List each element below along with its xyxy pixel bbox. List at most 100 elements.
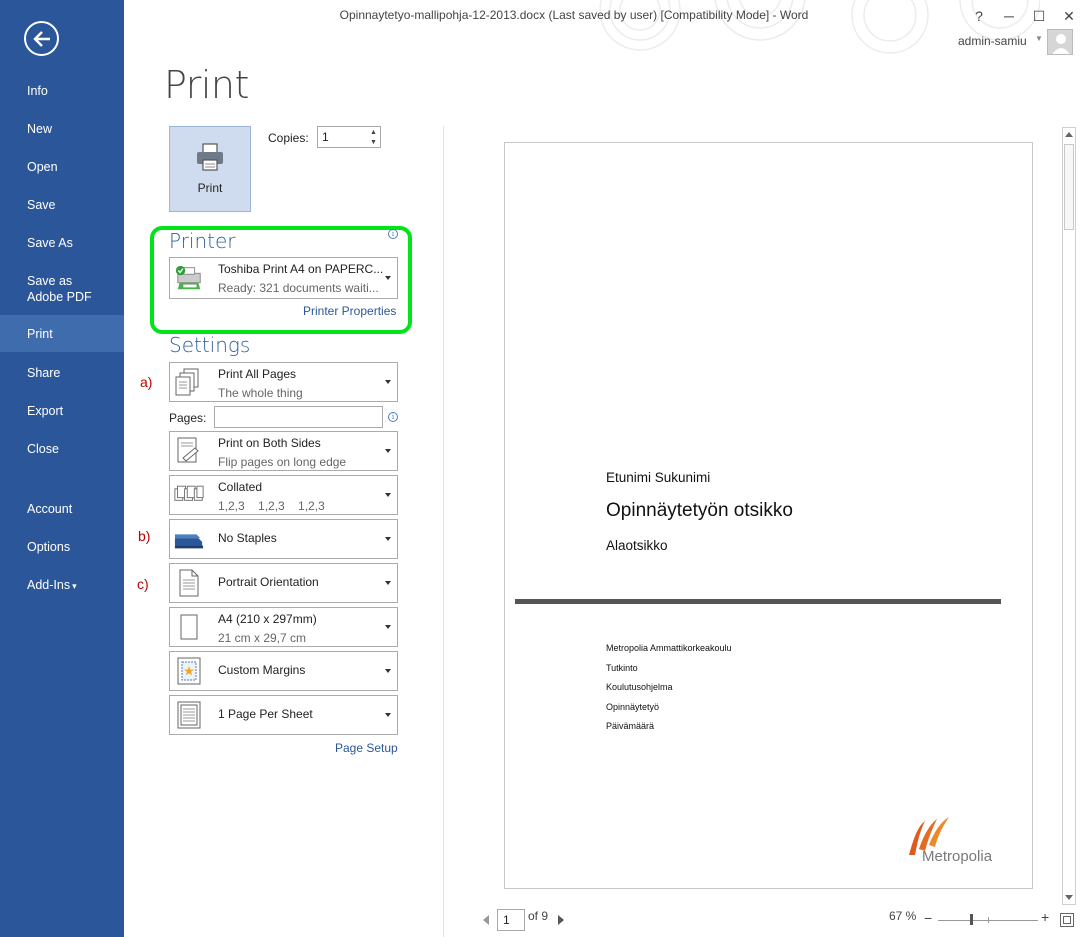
setting-subtitle: Flip pages on long edge xyxy=(218,455,347,469)
printer-dropdown[interactable]: Toshiba Print A4 on PAPERC... Ready: 321… xyxy=(169,257,398,299)
setting-title: Print All Pages xyxy=(218,367,297,381)
sidebar-item-label: Open xyxy=(27,160,58,174)
sidebar-item-print[interactable]: Print xyxy=(0,315,124,352)
user-account-name[interactable]: admin-samiu xyxy=(958,34,1027,48)
maximize-button[interactable]: ☐ xyxy=(1024,8,1054,25)
zoom-slider-thumb[interactable] xyxy=(970,914,973,925)
setting-subtitle: The whole thing xyxy=(218,386,303,400)
dropdown-caret-icon xyxy=(385,276,391,280)
paper-size-dropdown[interactable]: A4 (210 x 297mm) 21 cm x 29,7 cm xyxy=(169,607,398,647)
chevron-up-icon[interactable]: ▲ xyxy=(370,129,377,136)
sidebar-item-add-ins[interactable]: Add-Ins ▾ xyxy=(0,577,124,594)
document-detail-line: Tutkinto xyxy=(606,663,638,673)
help-button[interactable]: ? xyxy=(964,8,994,24)
info-icon[interactable]: i xyxy=(388,229,398,239)
sidebar-item-label: Export xyxy=(27,404,64,418)
copies-stepper[interactable]: ▲ ▼ xyxy=(367,127,380,147)
chevron-down-icon: ▾ xyxy=(72,581,77,591)
close-button[interactable]: ✕ xyxy=(1054,8,1084,25)
staple-dropdown[interactable]: No Staples xyxy=(169,519,398,559)
back-button[interactable] xyxy=(24,21,59,56)
next-page-icon[interactable] xyxy=(558,915,564,925)
setting-title: Portrait Orientation xyxy=(218,575,319,589)
sidebar-item-label: Close xyxy=(27,442,59,456)
page-setup-link[interactable]: Page Setup xyxy=(335,741,398,755)
current-page-input[interactable]: 1 xyxy=(497,909,525,931)
document-detail-line: Päivämäärä xyxy=(606,721,655,731)
zoom-out-button[interactable]: − xyxy=(924,910,932,926)
sidebar-item-save-as[interactable]: Save As xyxy=(0,235,124,251)
pages-input[interactable] xyxy=(214,406,383,428)
print-button-label: Print xyxy=(197,181,223,195)
setting-title: Custom Margins xyxy=(218,663,306,677)
print-preview-page: Etunimi Sukunimi Opinnäytetyön otsikko A… xyxy=(504,142,1033,889)
user-silhouette-icon xyxy=(1052,34,1070,54)
sidebar-item-options[interactable]: Options xyxy=(0,539,124,555)
sidebar-item-label: Share xyxy=(27,366,61,380)
sidebar-item-label: Account xyxy=(27,502,73,516)
document-divider-line xyxy=(515,599,1001,604)
sidebar-item-save-as-adobe-pdf[interactable]: Save as Adobe PDF xyxy=(0,273,124,305)
sidebar-item-save[interactable]: Save xyxy=(0,197,124,213)
pages-icon xyxy=(174,367,204,397)
setting-title: No Staples xyxy=(218,531,277,545)
sidebar-item-account[interactable]: Account xyxy=(0,501,124,517)
copies-label: Copies: xyxy=(268,131,309,145)
zoom-in-button[interactable]: + xyxy=(1041,909,1049,925)
previous-page-icon[interactable] xyxy=(483,915,489,925)
scroll-down-arrow-icon[interactable] xyxy=(1065,895,1073,900)
dropdown-caret-icon xyxy=(385,669,391,673)
zoom-to-page-icon[interactable] xyxy=(1060,913,1074,927)
orientation-dropdown[interactable]: Portrait Orientation xyxy=(169,563,398,603)
annotation-b: b) xyxy=(138,528,151,544)
printer-properties-link[interactable]: Printer Properties xyxy=(303,304,396,318)
sidebar-item-close[interactable]: Close xyxy=(0,441,124,457)
window-controls: ? ─ ☐ ✕ xyxy=(964,2,1084,30)
chevron-down-icon[interactable]: ▼ xyxy=(370,139,377,146)
document-author: Etunimi Sukunimi xyxy=(606,470,711,485)
panel-divider xyxy=(443,126,444,937)
sidebar-item-label: Save as Adobe PDF xyxy=(27,274,92,304)
sidebar-item-export[interactable]: Export xyxy=(0,403,124,419)
duplex-dropdown[interactable]: Print on Both Sides Flip pages on long e… xyxy=(169,431,398,471)
sidebar-item-share[interactable]: Share xyxy=(0,365,124,381)
sidebar-item-label: Save As xyxy=(27,236,73,250)
avatar[interactable] xyxy=(1047,29,1073,55)
portrait-icon xyxy=(174,568,204,598)
margins-dropdown[interactable]: Custom Margins xyxy=(169,651,398,691)
zoom-slider-midpoint xyxy=(988,917,989,923)
sidebar-item-new[interactable]: New xyxy=(0,121,124,137)
sidebar-item-label: Print xyxy=(27,327,53,341)
sidebar-item-open[interactable]: Open xyxy=(0,159,124,175)
setting-title: Print on Both Sides xyxy=(218,436,321,450)
minimize-button[interactable]: ─ xyxy=(994,8,1024,24)
print-range-dropdown[interactable]: Print All Pages The whole thing xyxy=(169,362,398,402)
chevron-down-icon[interactable]: ▼ xyxy=(1035,34,1043,43)
back-arrow-icon xyxy=(32,30,50,47)
annotation-c: c) xyxy=(137,576,149,592)
scroll-up-arrow-icon[interactable] xyxy=(1065,132,1073,137)
stapler-icon xyxy=(174,524,204,554)
document-title: Opinnäytetyön otsikko xyxy=(606,500,793,521)
sidebar-item-label: Save xyxy=(27,198,56,212)
setting-title: A4 (210 x 297mm) xyxy=(218,612,317,626)
duplex-icon xyxy=(174,436,204,466)
scrollbar-thumb[interactable] xyxy=(1064,144,1074,230)
pages-per-sheet-dropdown[interactable]: 1 Page Per Sheet xyxy=(169,695,398,735)
printer-status: Ready: 321 documents waiti... xyxy=(218,281,379,295)
backstage-sidebar: Info New Open Save Save As Save as Adobe… xyxy=(0,0,124,937)
setting-subtitle: 21 cm x 29,7 cm xyxy=(218,631,307,645)
document-detail-line: Metropolia Ammattikorkeakoulu xyxy=(606,643,732,653)
dropdown-caret-icon xyxy=(385,713,391,717)
print-button[interactable]: Print xyxy=(169,126,251,212)
info-icon[interactable]: i xyxy=(388,412,398,422)
margins-icon xyxy=(174,656,204,686)
dropdown-caret-icon xyxy=(385,493,391,497)
sidebar-item-label: Info xyxy=(27,84,48,98)
collation-dropdown[interactable]: Collated 1,2,3 1,2,3 1,2,3 xyxy=(169,475,398,515)
preview-scrollbar[interactable] xyxy=(1062,127,1076,905)
sidebar-item-label: Add-Ins xyxy=(27,578,71,592)
window-title: Opinnaytetyo-mallipohja-12-2013.docx (La… xyxy=(339,8,809,22)
sidebar-item-info[interactable]: Info xyxy=(0,83,124,99)
sidebar-item-label: New xyxy=(27,122,53,136)
